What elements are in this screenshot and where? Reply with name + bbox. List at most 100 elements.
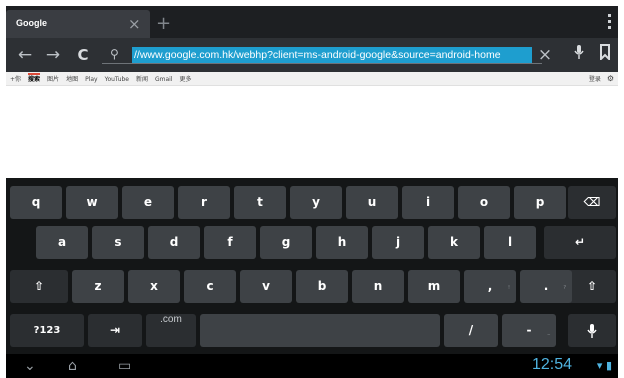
enter-key[interactable]: ↵ <box>544 226 616 259</box>
menu-icon[interactable] <box>608 14 612 30</box>
recents-nav-icon[interactable]: ▭ <box>118 358 131 374</box>
tab-title: Google <box>16 18 47 28</box>
reload-icon[interactable]: C <box>72 44 94 66</box>
key-label: e <box>143 195 153 209</box>
key-label: f <box>227 235 233 249</box>
back-nav-icon[interactable]: ⌄ <box>24 358 36 374</box>
soft-keyboard: ⌫ ↵ ⇧ ⇧ ?123 ⇥ .com / - _ q w e r t y u i o p a s d f… <box>6 178 618 354</box>
key-label: h <box>337 235 347 249</box>
key-label: b <box>317 279 327 293</box>
key-label: u <box>367 195 377 209</box>
dash-key-label: - <box>526 323 532 337</box>
voice-input-key[interactable] <box>568 314 616 347</box>
google-bar-link[interactable]: 更多 <box>180 76 192 83</box>
gear-icon[interactable]: ⚙ <box>607 74 614 83</box>
google-bar-link[interactable]: 图片 <box>47 76 59 83</box>
key-hint: ? <box>563 285 566 291</box>
tab-strip: Google × + <box>6 6 618 38</box>
url-field[interactable]: ⚲ //www.google.com.hk/webhp?client=ms-an… <box>102 46 542 64</box>
key[interactable]: o <box>458 186 510 219</box>
mic-icon[interactable] <box>568 44 590 66</box>
key[interactable]: h <box>316 226 368 259</box>
key[interactable]: s <box>92 226 144 259</box>
backspace-key[interactable]: ⌫ <box>568 186 616 219</box>
new-tab-icon[interactable]: + <box>156 13 171 34</box>
google-bar-link[interactable]: 搜索 <box>28 73 41 83</box>
key[interactable]: k <box>428 226 480 259</box>
dash-key-hint: _ <box>547 329 551 335</box>
shift-key-right[interactable]: ⇧ <box>568 270 616 303</box>
google-bar-link[interactable]: 地图 <box>66 76 78 83</box>
shift-key[interactable]: ⇧ <box>10 270 68 303</box>
key[interactable]: l <box>484 226 536 259</box>
wifi-icon: ▾ <box>596 359 603 372</box>
url-text[interactable]: //www.google.com.hk/webhp?client=ms-andr… <box>132 47 532 63</box>
browser-tab[interactable]: Google × <box>6 10 150 38</box>
key-label: p <box>535 195 545 209</box>
key[interactable]: g <box>260 226 312 259</box>
key[interactable]: j <box>372 226 424 259</box>
key[interactable]: q <box>10 186 62 219</box>
status-icons: ▾ ▮ <box>597 359 612 372</box>
key[interactable]: z <box>72 270 124 303</box>
sign-in-link[interactable]: 登录 <box>589 76 601 83</box>
key-label: . <box>543 279 549 293</box>
key-label: d <box>169 235 179 249</box>
clear-icon[interactable]: × <box>534 44 556 66</box>
key-label: k <box>450 235 458 249</box>
forward-icon[interactable]: → <box>42 44 64 66</box>
battery-icon: ▮ <box>605 359 612 372</box>
key-label: x <box>150 279 158 293</box>
google-bar-link[interactable]: YouTube <box>105 76 129 83</box>
google-bar-link[interactable]: 新闻 <box>136 76 148 83</box>
key-label: n <box>373 279 383 293</box>
bookmark-icon[interactable] <box>594 44 616 66</box>
key[interactable]: p <box>514 186 566 219</box>
clock: 12:54 <box>531 356 572 373</box>
key[interactable]: v <box>240 270 292 303</box>
google-bar-link[interactable]: +你 <box>10 76 21 83</box>
key-label: y <box>312 195 320 209</box>
key[interactable]: t <box>234 186 286 219</box>
slash-key[interactable]: / <box>444 314 498 347</box>
key[interactable]: b <box>296 270 348 303</box>
key-label: w <box>86 195 98 209</box>
search-icon: ⚲ <box>110 47 119 61</box>
key[interactable]: u <box>346 186 398 219</box>
google-bar-link[interactable]: Gmail <box>155 76 173 83</box>
dash-key[interactable]: - _ <box>502 314 556 347</box>
key-label: r <box>201 195 207 209</box>
key[interactable]: a <box>36 226 88 259</box>
key-label: z <box>94 279 102 293</box>
key[interactable]: i <box>402 186 454 219</box>
key-label: s <box>114 235 122 249</box>
key[interactable]: c <box>184 270 236 303</box>
key[interactable]: r <box>178 186 230 219</box>
key[interactable]: w <box>66 186 118 219</box>
symbols-key[interactable]: ?123 <box>10 314 84 347</box>
key-hint: ! <box>507 285 510 291</box>
key[interactable]: .? <box>520 270 572 303</box>
home-nav-icon[interactable]: ⌂ <box>68 358 77 374</box>
google-bar-link[interactable]: Play <box>85 76 98 83</box>
key[interactable]: ,! <box>464 270 516 303</box>
tab-key[interactable]: ⇥ <box>88 314 142 347</box>
back-icon[interactable]: ← <box>14 44 36 66</box>
key-label: i <box>425 195 431 209</box>
space-key[interactable] <box>200 314 440 347</box>
dotcom-key[interactable]: .com <box>146 314 196 347</box>
tab-close-icon[interactable]: × <box>128 15 141 33</box>
key[interactable]: f <box>204 226 256 259</box>
key[interactable]: n <box>352 270 404 303</box>
key[interactable]: x <box>128 270 180 303</box>
key[interactable]: e <box>122 186 174 219</box>
key-label: q <box>31 195 41 209</box>
key-label: g <box>281 235 291 249</box>
key-label: l <box>507 235 513 249</box>
key-label: v <box>262 279 270 293</box>
key[interactable]: y <box>290 186 342 219</box>
google-bar-links: +你 搜索 图片 地图 Play YouTube 新闻 Gmail 更多 <box>10 73 199 83</box>
key[interactable]: m <box>408 270 460 303</box>
web-page: +你 搜索 图片 地图 Play YouTube 新闻 Gmail 更多 登录 ⚙ <box>6 72 618 178</box>
key[interactable]: d <box>148 226 200 259</box>
